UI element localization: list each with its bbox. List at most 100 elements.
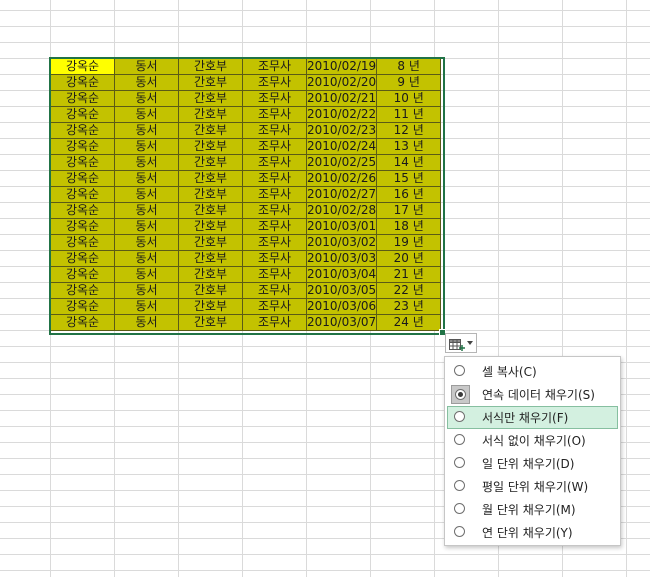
table-cell[interactable]: 10 년: [376, 90, 442, 107]
table-cell[interactable]: 강옥순: [50, 218, 115, 235]
table-cell[interactable]: 2010/03/02: [305, 234, 378, 251]
fill-menu-item[interactable]: 연 단위 채우기(Y): [447, 521, 618, 544]
active-cell[interactable]: 강옥순: [50, 58, 115, 75]
table-cell[interactable]: 동서: [114, 74, 179, 91]
table-cell[interactable]: 22 년: [376, 282, 442, 299]
table-cell[interactable]: 간호부: [178, 154, 243, 171]
table-cell[interactable]: 조무사: [242, 266, 307, 283]
table-cell[interactable]: 간호부: [178, 122, 243, 139]
table-cell[interactable]: 간호부: [178, 90, 243, 107]
fill-menu-item[interactable]: 일 단위 채우기(D): [447, 452, 618, 475]
table-cell[interactable]: 간호부: [178, 234, 243, 251]
table-cell[interactable]: 동서: [114, 282, 179, 299]
table-cell[interactable]: 15 년: [376, 170, 442, 187]
table-cell[interactable]: 17 년: [376, 202, 442, 219]
table-cell[interactable]: 동서: [114, 250, 179, 267]
table-cell[interactable]: 9 년: [376, 74, 442, 91]
table-cell[interactable]: 조무사: [242, 106, 307, 123]
table-cell[interactable]: 강옥순: [50, 170, 115, 187]
table-cell[interactable]: 간호부: [178, 106, 243, 123]
table-cell[interactable]: 간호부: [178, 314, 243, 331]
selected-data-range[interactable]: 강옥순 동서 간호부 조무사 2010/02/19 8 년 강옥순 동서 간호부 조무사 2010/…: [50, 58, 442, 331]
table-cell[interactable]: 동서: [114, 154, 179, 171]
table-cell[interactable]: 동서: [114, 186, 179, 203]
table-cell[interactable]: 강옥순: [50, 234, 115, 251]
table-cell[interactable]: 동서: [114, 314, 179, 331]
table-cell[interactable]: 24 년: [376, 314, 442, 331]
table-cell[interactable]: 간호부: [178, 282, 243, 299]
table-cell[interactable]: 강옥순: [50, 282, 115, 299]
table-cell[interactable]: 간호부: [178, 186, 243, 203]
table-cell[interactable]: 조무사: [242, 90, 307, 107]
table-cell[interactable]: 2010/02/20: [305, 74, 378, 91]
table-cell[interactable]: 16 년: [376, 186, 442, 203]
table-cell[interactable]: 2010/03/06: [305, 298, 378, 315]
table-cell[interactable]: 8 년: [376, 58, 442, 75]
table-cell[interactable]: 동서: [114, 202, 179, 219]
table-cell[interactable]: 강옥순: [50, 74, 115, 91]
table-cell[interactable]: 동서: [114, 266, 179, 283]
table-cell[interactable]: 2010/02/19: [305, 58, 378, 75]
table-cell[interactable]: 간호부: [178, 170, 243, 187]
table-cell[interactable]: 2010/02/23: [305, 122, 378, 139]
chevron-down-icon[interactable]: [467, 341, 473, 345]
table-cell[interactable]: 13 년: [376, 138, 442, 155]
table-cell[interactable]: 동서: [114, 218, 179, 235]
fill-menu-item[interactable]: 서식 없이 채우기(O): [447, 429, 618, 452]
table-cell[interactable]: 23 년: [376, 298, 442, 315]
table-cell[interactable]: 11 년: [376, 106, 442, 123]
table-cell[interactable]: 조무사: [242, 298, 307, 315]
table-cell[interactable]: 간호부: [178, 218, 243, 235]
fill-menu-item[interactable]: 셀 복사(C): [447, 360, 618, 383]
table-cell[interactable]: 강옥순: [50, 106, 115, 123]
auto-fill-options-button[interactable]: [445, 333, 477, 353]
table-cell[interactable]: 간호부: [178, 298, 243, 315]
table-cell[interactable]: 강옥순: [50, 154, 115, 171]
table-cell[interactable]: 조무사: [242, 122, 307, 139]
table-cell[interactable]: 19 년: [376, 234, 442, 251]
table-cell[interactable]: 조무사: [242, 250, 307, 267]
table-cell[interactable]: 2010/03/01: [305, 218, 378, 235]
fill-menu-item[interactable]: 연속 데이터 채우기(S): [447, 383, 618, 406]
table-cell[interactable]: 2010/02/22: [305, 106, 378, 123]
table-cell[interactable]: 간호부: [178, 202, 243, 219]
table-cell[interactable]: 2010/02/28: [305, 202, 378, 219]
table-cell[interactable]: 강옥순: [50, 122, 115, 139]
table-cell[interactable]: 조무사: [242, 170, 307, 187]
table-cell[interactable]: 강옥순: [50, 250, 115, 267]
table-cell[interactable]: 2010/03/03: [305, 250, 378, 267]
table-cell[interactable]: 동서: [114, 138, 179, 155]
table-cell[interactable]: 강옥순: [50, 138, 115, 155]
table-cell[interactable]: 간호부: [178, 250, 243, 267]
table-cell[interactable]: 조무사: [242, 74, 307, 91]
table-cell[interactable]: 간호부: [178, 138, 243, 155]
fill-menu-item[interactable]: 월 단위 채우기(M): [447, 498, 618, 521]
table-cell[interactable]: 동서: [114, 106, 179, 123]
table-cell[interactable]: 2010/03/07: [305, 314, 378, 331]
table-cell[interactable]: 2010/02/24: [305, 138, 378, 155]
table-cell[interactable]: 2010/02/21: [305, 90, 378, 107]
table-cell[interactable]: 동서: [114, 234, 179, 251]
table-cell[interactable]: 2010/02/26: [305, 170, 378, 187]
table-cell[interactable]: 강옥순: [50, 298, 115, 315]
table-cell[interactable]: 조무사: [242, 282, 307, 299]
table-cell[interactable]: 2010/03/04: [305, 266, 378, 283]
table-cell[interactable]: 조무사: [242, 314, 307, 331]
table-cell[interactable]: 조무사: [242, 58, 307, 75]
fill-menu-item[interactable]: 평일 단위 채우기(W): [447, 475, 618, 498]
table-cell[interactable]: 14 년: [376, 154, 442, 171]
table-cell[interactable]: 강옥순: [50, 186, 115, 203]
table-cell[interactable]: 동서: [114, 58, 179, 75]
table-cell[interactable]: 조무사: [242, 218, 307, 235]
table-cell[interactable]: 강옥순: [50, 266, 115, 283]
table-cell[interactable]: 조무사: [242, 154, 307, 171]
table-cell[interactable]: 2010/02/25: [305, 154, 378, 171]
table-cell[interactable]: 간호부: [178, 74, 243, 91]
table-cell[interactable]: 조무사: [242, 138, 307, 155]
fill-menu-item[interactable]: 서식만 채우기(F): [447, 406, 618, 429]
table-cell[interactable]: 동서: [114, 170, 179, 187]
table-cell[interactable]: 조무사: [242, 202, 307, 219]
table-cell[interactable]: 20 년: [376, 250, 442, 267]
table-cell[interactable]: 2010/02/27: [305, 186, 378, 203]
table-cell[interactable]: 강옥순: [50, 314, 115, 331]
